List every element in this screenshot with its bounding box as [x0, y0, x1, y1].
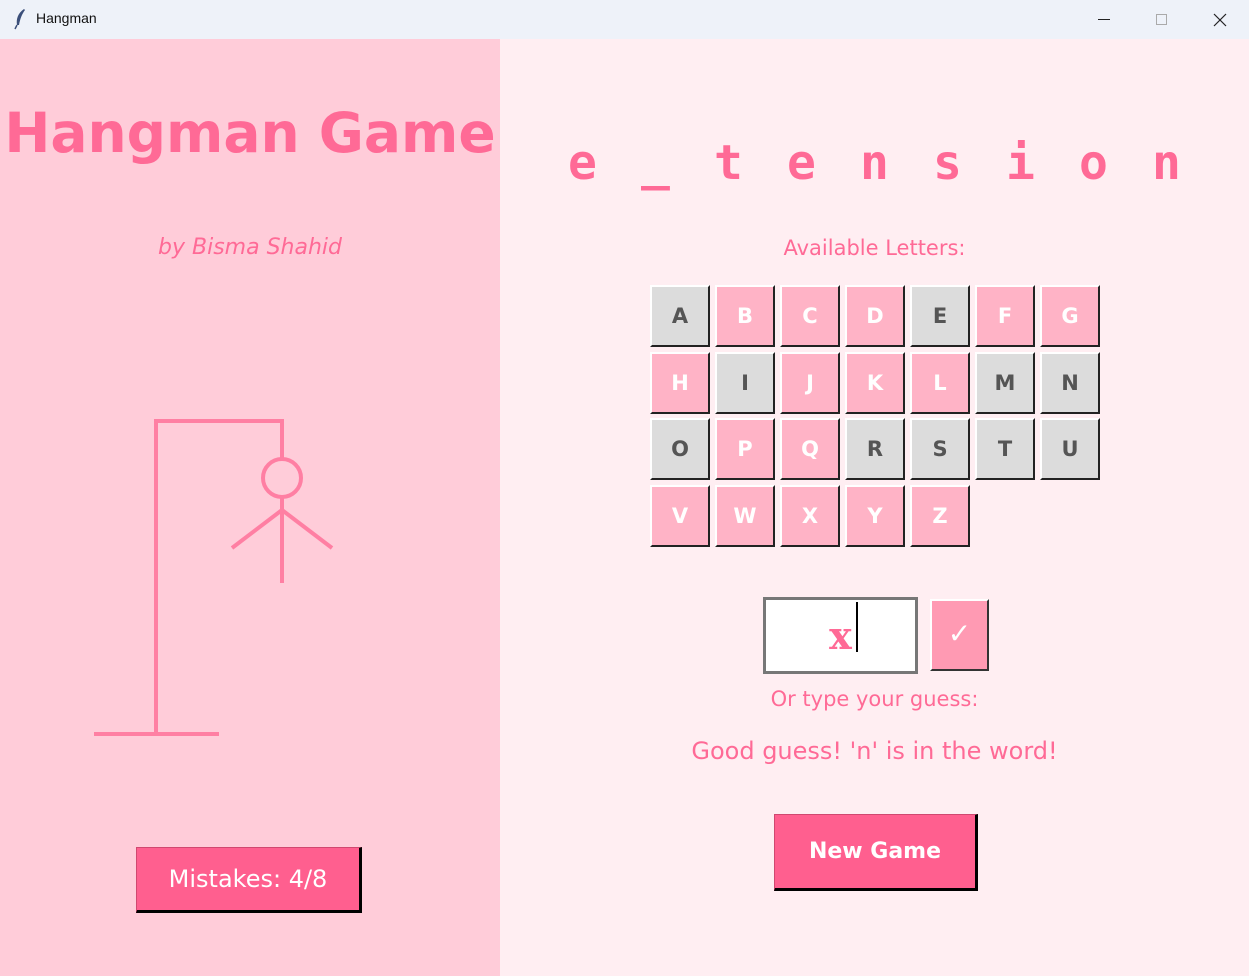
feather-icon [14, 9, 25, 30]
letter-key-j[interactable]: J [780, 352, 840, 414]
right-panel: e _ t e n s i o n Available Letters: ABCDEFGHIJK… [500, 39, 1249, 976]
letter-key-g[interactable]: G [1040, 285, 1100, 347]
hangman-left-arm [230, 508, 284, 550]
word-letter: t [714, 135, 743, 191]
letter-key-m: M [975, 352, 1035, 414]
letter-key-u: U [1040, 418, 1100, 480]
letter-key-z[interactable]: Z [910, 485, 970, 547]
word-display: e _ t e n s i o n [500, 135, 1249, 191]
minimize-icon[interactable] [1075, 0, 1133, 39]
hangman-drawing [94, 419, 334, 736]
letter-key-r: R [845, 418, 905, 480]
mistakes-counter: Mistakes: 4/8 [136, 847, 362, 913]
letter-key-a: A [650, 285, 710, 347]
submit-guess-button[interactable]: ✓ [930, 599, 989, 671]
letter-key-k[interactable]: K [845, 352, 905, 414]
letter-key-p[interactable]: P [715, 418, 775, 480]
window-titlebar: Hangman [0, 0, 1249, 40]
letter-key-c[interactable]: C [780, 285, 840, 347]
letter-key-d[interactable]: D [845, 285, 905, 347]
available-letters-label: Available Letters: [783, 236, 966, 260]
letter-key-f[interactable]: F [975, 285, 1035, 347]
letter-key-v[interactable]: V [650, 485, 710, 547]
word-letter: o [1079, 135, 1108, 191]
letter-key-e: E [910, 285, 970, 347]
left-panel: Hangman Game by Bisma Shahid Mistakes: 4… [0, 39, 500, 976]
letter-key-y[interactable]: Y [845, 485, 905, 547]
word-letter: s [933, 135, 962, 191]
letter-key-l[interactable]: L [910, 352, 970, 414]
letter-key-w[interactable]: W [715, 485, 775, 547]
or-type-label: Or type your guess: [770, 687, 979, 711]
word-letter: n [1152, 135, 1181, 191]
letter-key-b[interactable]: B [715, 285, 775, 347]
letter-key-o: O [650, 418, 710, 480]
close-icon[interactable] [1191, 0, 1249, 39]
status-message: Good guess! 'n' is in the word! [691, 737, 1058, 765]
letter-key-h[interactable]: H [650, 352, 710, 414]
word-letter: e [787, 135, 816, 191]
letter-key-i: I [715, 352, 775, 414]
word-letter: e [568, 135, 597, 191]
window-title: Hangman [36, 10, 97, 26]
new-game-button[interactable]: New Game [774, 814, 978, 891]
guess-input[interactable] [763, 597, 918, 674]
word-letter: _ [641, 135, 670, 191]
hangman-head [261, 457, 303, 499]
letter-key-n: N [1040, 352, 1100, 414]
letter-key-t: T [975, 418, 1035, 480]
text-cursor [856, 602, 858, 652]
hangman-right-arm [280, 508, 334, 550]
letter-key-q[interactable]: Q [780, 418, 840, 480]
letter-key-s: S [910, 418, 970, 480]
word-letter: n [860, 135, 889, 191]
word-letter: i [1006, 135, 1035, 191]
maximize-icon[interactable] [1133, 0, 1191, 39]
letter-key-x[interactable]: X [780, 485, 840, 547]
